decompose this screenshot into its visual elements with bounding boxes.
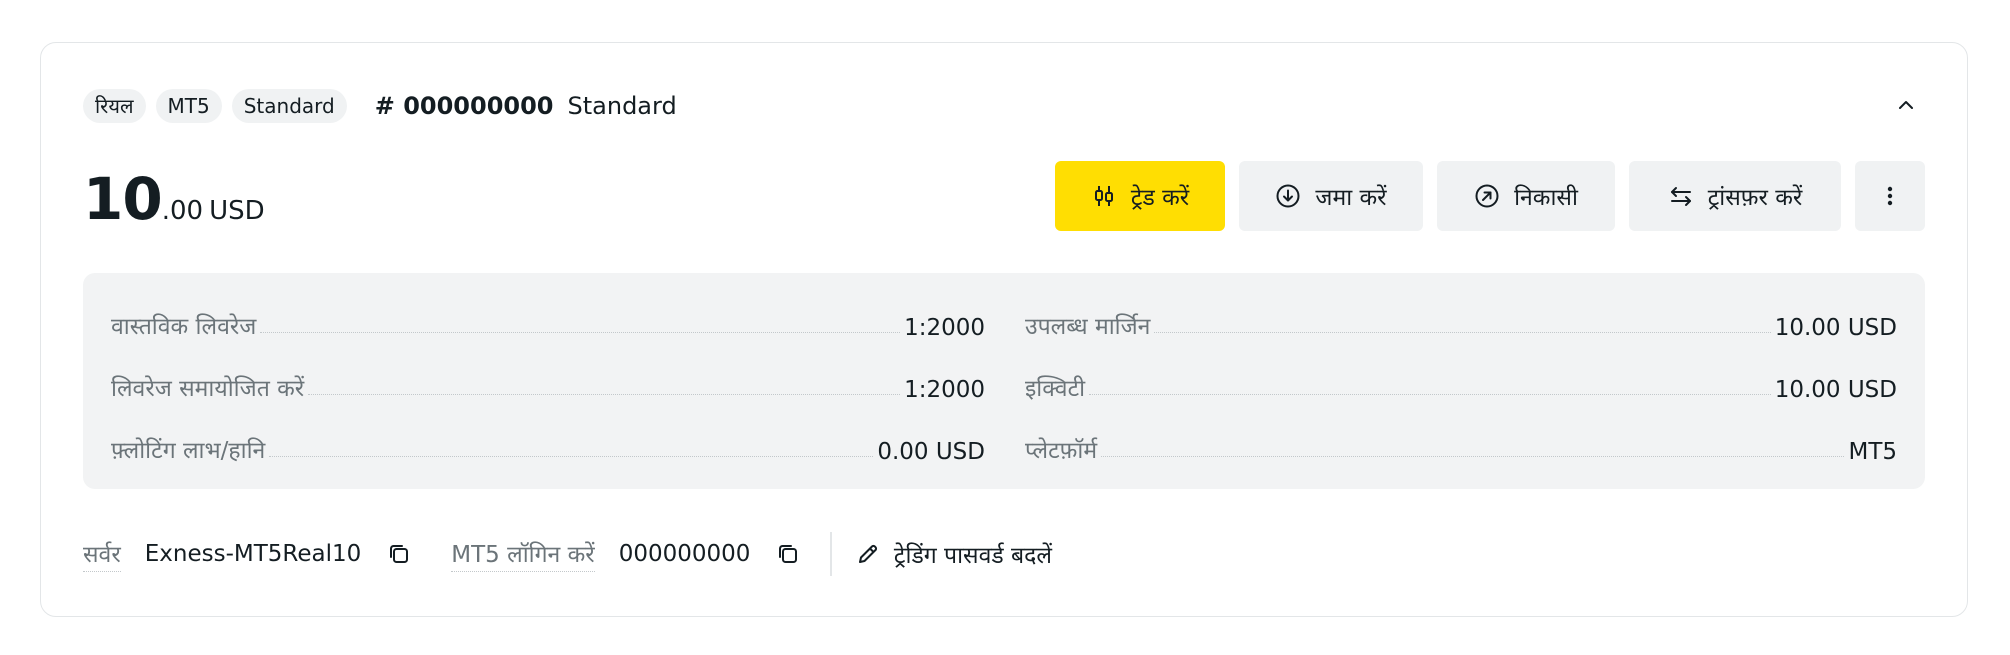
withdraw-button-label: निकासी [1514, 185, 1578, 211]
account-header: रियल MT5 Standard # 000000000 Standard [83, 87, 1925, 125]
stat-floating-pl: फ़्लोटिंग लाभ/हानि 0.00 USD [111, 425, 985, 465]
footer-divider [830, 532, 832, 576]
account-number: # 000000000 [374, 92, 554, 120]
account-footer: सर्वर Exness-MT5Real10 MT5 लॉगिन करें 00… [83, 529, 1052, 579]
stat-value: MT5 [1848, 439, 1897, 465]
stat-label: उपलब्ध मार्जिन [1025, 314, 1151, 340]
change-password-label: ट्रेडिंग पासवर्ड बदलें [893, 543, 1052, 569]
stat-value: 1:2000 [904, 377, 985, 403]
account-balance: 10.00 USD [83, 165, 265, 233]
stat-platform: प्लेटफ़ॉर्म MT5 [1025, 425, 1897, 465]
stat-label: प्लेटफ़ॉर्म [1025, 438, 1098, 464]
stat-label: वास्तविक लिवरेज [111, 314, 257, 340]
tag-real: रियल [83, 89, 146, 123]
login-label: MT5 लॉगिन करें [451, 537, 595, 572]
copy-icon [390, 545, 409, 563]
deposit-button[interactable]: जमा करें [1239, 161, 1423, 231]
withdraw-button[interactable]: निकासी [1437, 161, 1615, 231]
pencil-icon [858, 544, 877, 563]
stat-equity: इक्विटी 10.00 USD [1025, 363, 1897, 403]
server-label: सर्वर [83, 537, 121, 572]
balance-currency: USD [209, 196, 265, 226]
transfer-button[interactable]: ट्रांसफ़र करें [1629, 161, 1841, 231]
stat-label: इक्विटी [1025, 376, 1086, 402]
chevron-up-icon [1899, 101, 1913, 109]
stat-value: 0.00 USD [877, 439, 985, 465]
stat-value: 10.00 USD [1774, 377, 1897, 403]
collapse-button[interactable] [1887, 87, 1925, 125]
account-stats-panel: वास्तविक लिवरेज 1:2000 लिवरेज समायोजित क… [83, 273, 1925, 489]
transfer-arrows-icon [1670, 187, 1691, 206]
stat-label: फ़्लोटिंग लाभ/हानि [111, 438, 266, 464]
tag-account-type: Standard [231, 89, 347, 123]
change-password-link[interactable]: ट्रेडिंग पासवर्ड बदलें [856, 538, 1052, 570]
login-value: 000000000 [618, 541, 751, 567]
stat-dotted-leader [260, 332, 901, 333]
trade-button-label: ट्रेड करें [1130, 185, 1190, 211]
balance-integer: 10 [83, 165, 163, 233]
stat-dotted-leader [269, 456, 874, 457]
tag-platform: MT5 [155, 89, 222, 123]
candlestick-icon [1094, 186, 1113, 206]
stat-label: लिवरेज समायोजित करें [111, 376, 305, 402]
stat-dotted-leader [308, 394, 901, 395]
stat-dotted-leader [1089, 394, 1771, 395]
stat-dotted-leader [1101, 456, 1845, 457]
server-value: Exness-MT5Real10 [144, 541, 362, 567]
action-buttons: ट्रेड करें जमा करें निकासी ट्रांसफ़र करे… [1041, 161, 1925, 231]
stat-adjust-leverage[interactable]: लिवरेज समायोजित करें 1:2000 [111, 363, 985, 403]
stat-value: 1:2000 [904, 315, 985, 341]
copy-login-button[interactable] [768, 534, 808, 574]
copy-server-button[interactable] [379, 534, 419, 574]
arrow-down-circle-icon [1276, 184, 1300, 208]
account-type-label: Standard [567, 92, 677, 120]
account-card: रियल MT5 Standard # 000000000 Standard 1… [40, 42, 1968, 617]
arrow-up-right-circle-icon [1475, 184, 1499, 208]
balance-decimal: .00 [161, 196, 204, 226]
deposit-button-label: जमा करें [1315, 185, 1387, 211]
stat-actual-leverage: वास्तविक लिवरेज 1:2000 [111, 301, 985, 341]
more-options-button[interactable] [1855, 161, 1925, 231]
more-vertical-icon [1887, 186, 1893, 206]
trade-button[interactable]: ट्रेड करें [1055, 161, 1225, 231]
copy-icon [779, 545, 798, 563]
stat-dotted-leader [1154, 332, 1771, 333]
stat-free-margin: उपलब्ध मार्जिन 10.00 USD [1025, 301, 1897, 341]
stat-value: 10.00 USD [1774, 315, 1897, 341]
transfer-button-label: ट्रांसफ़र करें [1707, 185, 1803, 211]
